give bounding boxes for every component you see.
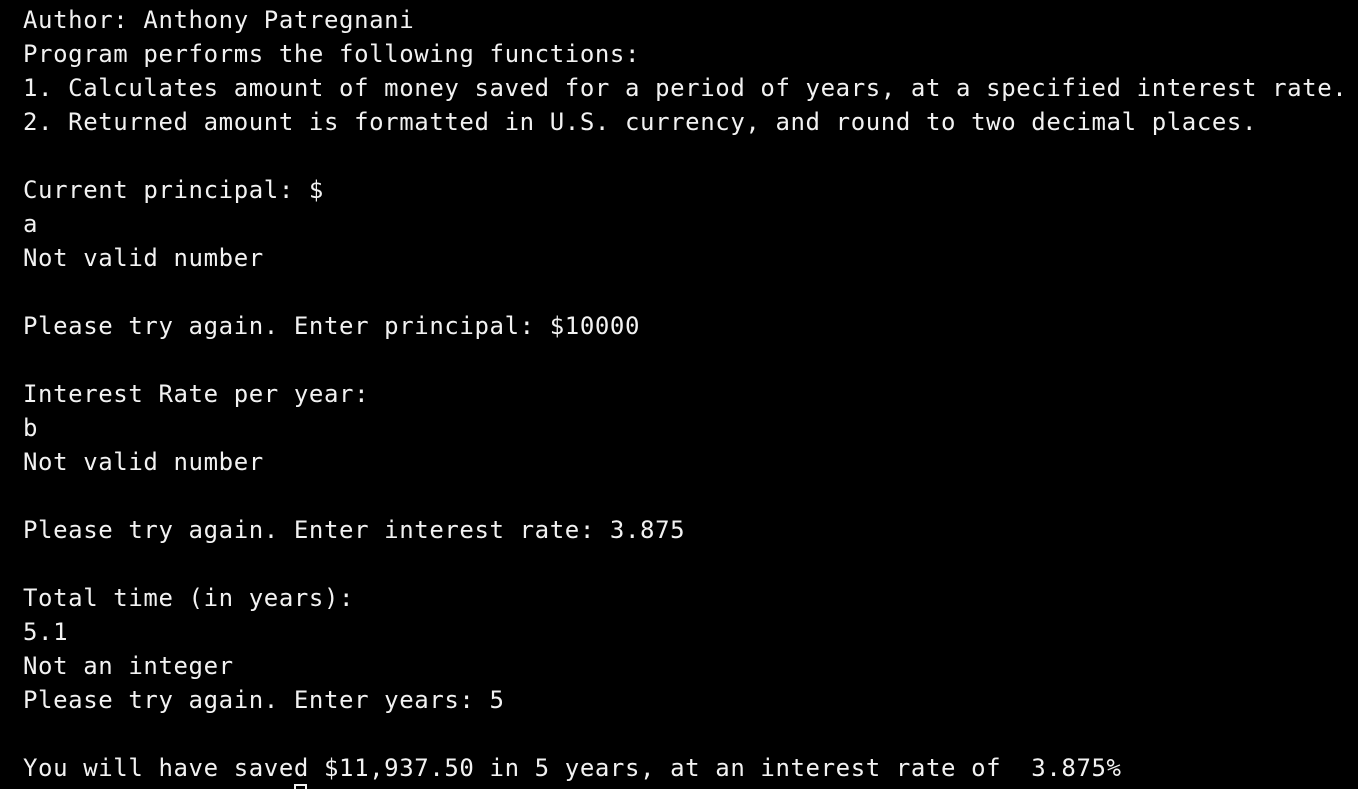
terminal-line-function-1: 1. Calculates amount of money saved for … xyxy=(23,74,1348,102)
terminal-line-result: You will have saved $11,937.50 in 5 year… xyxy=(23,754,1122,782)
terminal-line-principal-retry: Please try again. Enter principal: $1000… xyxy=(23,312,641,340)
terminal-line-function-2: 2. Returned amount is formatted in U.S. … xyxy=(23,108,1258,136)
terminal-cursor xyxy=(294,784,307,789)
terminal-line-rate-retry: Please try again. Enter interest rate: 3… xyxy=(23,516,686,544)
terminal-line-rate-error: Not valid number xyxy=(23,448,264,476)
terminal-line-program-functions: Program performs the following functions… xyxy=(23,40,641,68)
terminal-line-rate-prompt: Interest Rate per year: xyxy=(23,380,370,408)
terminal-line-author: Author: Anthony Patregnani xyxy=(23,6,415,34)
terminal-line-years-prompt: Total time (in years): xyxy=(23,584,355,612)
terminal-line-years-retry: Please try again. Enter years: 5 xyxy=(23,686,505,714)
terminal-line-principal-prompt: Current principal: $ xyxy=(23,176,324,204)
terminal-line-rate-input: b xyxy=(23,414,39,442)
terminal-line-principal-error: Not valid number xyxy=(23,244,264,272)
terminal-line-years-error: Not an integer xyxy=(23,652,234,680)
terminal-line-years-input: 5.1 xyxy=(23,618,69,646)
terminal-line-principal-input: a xyxy=(23,210,39,238)
terminal-window[interactable]: Author: Anthony Patregnani Program perfo… xyxy=(0,0,1358,789)
